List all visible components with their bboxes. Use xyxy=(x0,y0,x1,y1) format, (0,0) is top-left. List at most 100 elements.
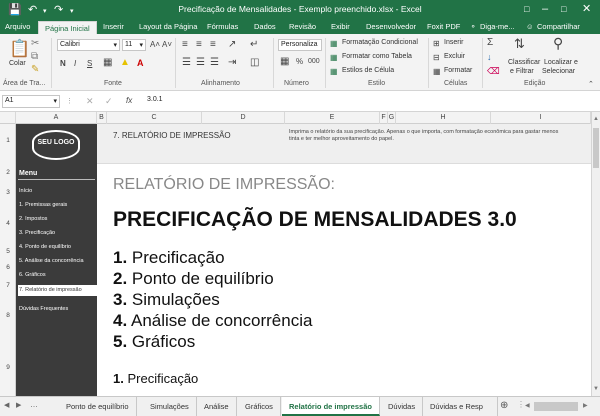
name-box[interactable]: A1 ▾ xyxy=(2,95,60,108)
row-header-3[interactable]: 3 xyxy=(0,189,16,196)
sort-filter-button[interactable]: Classificar xyxy=(508,59,540,66)
more-sheets-icon[interactable]: … xyxy=(30,400,38,409)
align-left-icon[interactable]: ☰ xyxy=(182,58,191,68)
row-header-2[interactable]: 2 xyxy=(0,169,16,176)
sidebar-item-impostos[interactable]: 2. Impostos xyxy=(18,216,97,222)
hscroll-left-icon[interactable]: ◀ xyxy=(525,402,530,409)
hscroll-thumb[interactable] xyxy=(534,402,578,411)
italic-button[interactable]: I xyxy=(74,59,76,69)
enter-icon[interactable]: ✓ xyxy=(105,96,113,106)
row-header-4[interactable]: 4 xyxy=(0,220,16,227)
maximize-icon[interactable]: □ xyxy=(561,2,566,16)
tab-revisao[interactable]: Revisão xyxy=(289,22,316,31)
row-header-6[interactable]: 6 xyxy=(0,264,16,271)
fill-icon[interactable]: ↓ xyxy=(487,52,492,62)
tab-arquivo[interactable]: Arquivo xyxy=(5,22,30,31)
currency-icon[interactable]: ▦ xyxy=(280,57,289,67)
cut-icon[interactable]: ✂ xyxy=(31,39,39,49)
tab-dados[interactable]: Dados xyxy=(254,22,276,31)
align-center-icon[interactable]: ☰ xyxy=(196,58,205,68)
row-header-8[interactable]: 8 xyxy=(0,312,16,319)
ribbon-display-icon[interactable]: □ xyxy=(524,2,529,16)
cell-styles-button[interactable]: Estilos de Célula xyxy=(342,67,394,74)
tab-desenvolvedor[interactable]: Desenvolvedor xyxy=(366,22,416,31)
sheet-tab-duvidas-resp[interactable]: Dúvidas e Resp xyxy=(423,397,498,416)
font-size-select[interactable]: 11 ▾ xyxy=(122,39,146,51)
insert-function-icon[interactable]: fx xyxy=(126,96,132,106)
sidebar-item-duvidas[interactable]: Dúvidas Frequentes xyxy=(18,306,97,312)
tab-foxit-pdf[interactable]: Foxit PDF xyxy=(427,22,460,31)
find-select-button[interactable]: Localizar e xyxy=(544,59,578,66)
row-header-9[interactable]: 9 xyxy=(0,364,16,371)
align-middle-icon[interactable]: ≡ xyxy=(196,40,202,50)
sidebar-item-precificacao[interactable]: 3. Precificação xyxy=(18,230,97,236)
sheet-tab-ponto-equilibrio[interactable]: Ponto de equilíbrio xyxy=(59,397,137,416)
bold-button[interactable]: N xyxy=(60,59,66,69)
find-select-icon[interactable]: ⚲ xyxy=(553,36,563,50)
number-format-select[interactable]: Personaliza xyxy=(278,39,322,51)
minimize-icon[interactable]: – xyxy=(542,2,548,16)
col-header-g[interactable]: G xyxy=(388,112,396,124)
col-header-f[interactable]: F xyxy=(380,112,388,124)
scroll-down-icon[interactable]: ▼ xyxy=(593,386,599,392)
format-cells-button[interactable]: Formatar xyxy=(444,67,472,74)
font-name-select[interactable]: Calibri ▾ xyxy=(57,39,120,51)
autosum-icon[interactable]: Σ xyxy=(487,38,493,48)
tab-formulas[interactable]: Fórmulas xyxy=(207,22,238,31)
col-header-c[interactable]: C xyxy=(107,112,202,124)
align-right-icon[interactable]: ☰ xyxy=(210,58,219,68)
sidebar-item-graficos[interactable]: 6. Gráficos xyxy=(18,272,97,278)
tell-me-box[interactable]: Diga-me... xyxy=(480,22,515,31)
delete-cells-button[interactable]: Excluir xyxy=(444,53,465,60)
sheet-tab-relatorio[interactable]: Relatório de impressão xyxy=(282,397,380,416)
decrease-font-icon[interactable]: A˅ xyxy=(162,40,172,50)
sheet-tab-simulacoes[interactable]: Simulações xyxy=(143,397,197,416)
sort-filter-icon[interactable]: ⇅ xyxy=(514,37,525,50)
tab-layout-da-pagina[interactable]: Layout da Página xyxy=(139,22,197,31)
cond-format-button[interactable]: Formatação Condicional xyxy=(342,39,418,46)
close-icon[interactable]: ✕ xyxy=(582,2,591,16)
wrap-text-icon[interactable]: ↵ xyxy=(250,40,258,50)
sheet-tab-duvidas[interactable]: Dúvidas xyxy=(381,397,424,416)
row-header-1[interactable]: 1 xyxy=(0,137,16,144)
sidebar-item-ponto-equilibrio[interactable]: 4. Ponto de equilíbrio xyxy=(18,244,97,250)
indent-icon[interactable]: ⇥ xyxy=(228,58,236,68)
next-sheet-icon[interactable]: ▶ xyxy=(16,401,21,409)
sidebar-item-relatorio[interactable]: 7. Relatório de impressão xyxy=(18,285,97,296)
col-header-b[interactable]: B xyxy=(97,112,107,124)
copy-icon[interactable]: ⧉ xyxy=(31,52,38,62)
vertical-scrollbar[interactable]: ▲ ▼ xyxy=(591,112,600,396)
formula-input[interactable]: 3.0.1 xyxy=(145,95,598,108)
paste-icon[interactable]: 📋 xyxy=(9,40,30,57)
font-color-icon[interactable]: A xyxy=(137,58,144,68)
percent-button[interactable]: % xyxy=(296,57,303,67)
tab-pagina-inicial[interactable]: Página Inicial xyxy=(38,21,97,34)
collapse-ribbon-icon[interactable]: ⌃ xyxy=(588,80,594,90)
scroll-up-icon[interactable]: ▲ xyxy=(593,116,599,122)
fill-color-icon[interactable]: ▲ xyxy=(120,58,130,68)
scroll-thumb[interactable] xyxy=(593,128,599,168)
prev-sheet-icon[interactable]: ◀ xyxy=(4,401,9,409)
sheet-tab-analise[interactable]: Análise xyxy=(197,397,237,416)
sidebar-item-premissas[interactable]: 1. Premissas gerais xyxy=(18,202,97,208)
tab-exibir[interactable]: Exibir xyxy=(331,22,350,31)
hscroll-right-icon[interactable]: ▶ xyxy=(583,402,588,409)
col-header-h[interactable]: H xyxy=(396,112,491,124)
borders-icon[interactable]: ▦ xyxy=(103,58,112,68)
merge-center-icon[interactable]: ◫ xyxy=(250,58,259,68)
format-table-button[interactable]: Formatar como Tabela xyxy=(342,53,412,60)
orientation-icon[interactable]: ↗ xyxy=(228,40,236,50)
row-header-7[interactable]: 7 xyxy=(0,282,16,289)
sheet-tab-graficos[interactable]: Gráficos xyxy=(238,397,281,416)
select-all-corner[interactable] xyxy=(0,112,16,124)
col-header-d[interactable]: D xyxy=(202,112,285,124)
col-header-a[interactable]: A xyxy=(16,112,97,124)
thousands-button[interactable]: 000 xyxy=(308,57,320,67)
col-header-i[interactable]: I xyxy=(491,112,591,124)
clear-icon[interactable]: ⌫ xyxy=(487,66,500,76)
cancel-icon[interactable]: ✕ xyxy=(86,96,94,106)
add-sheet-icon[interactable]: ⊕ xyxy=(500,400,508,411)
insert-cells-button[interactable]: Inserir xyxy=(444,39,463,46)
align-top-icon[interactable]: ≡ xyxy=(182,40,188,50)
increase-font-icon[interactable]: A˄ xyxy=(150,40,160,50)
